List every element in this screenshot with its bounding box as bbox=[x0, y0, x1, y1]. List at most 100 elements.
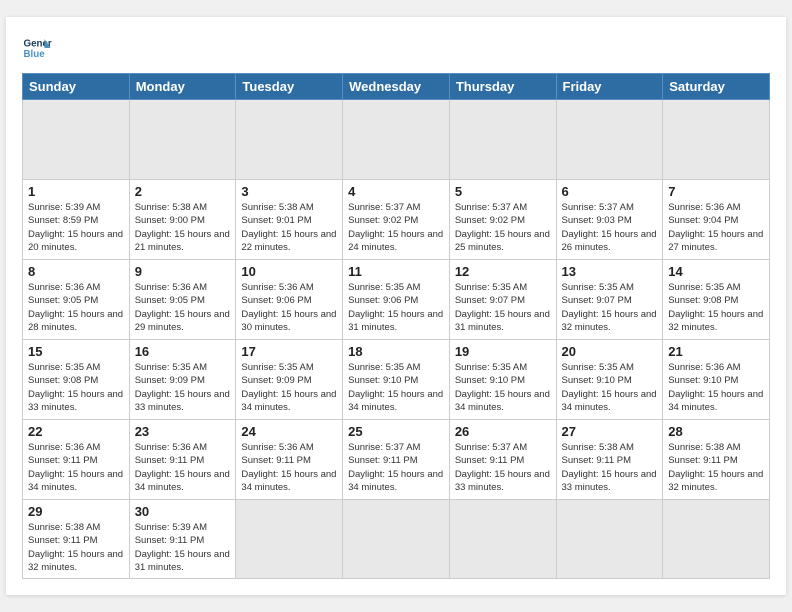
sunrise-label: Sunrise: 5:35 AM bbox=[135, 362, 207, 373]
sunrise-label: Sunrise: 5:35 AM bbox=[668, 282, 740, 293]
day-number: 3 bbox=[241, 184, 337, 199]
calendar-cell: 25 Sunrise: 5:37 AM Sunset: 9:11 PM Dayl… bbox=[343, 419, 450, 499]
sunset-label: Sunset: 9:06 PM bbox=[348, 295, 418, 306]
day-info: Sunrise: 5:36 AM Sunset: 9:06 PM Dayligh… bbox=[241, 281, 337, 334]
calendar-cell: 3 Sunrise: 5:38 AM Sunset: 9:01 PM Dayli… bbox=[236, 179, 343, 259]
sunset-label: Sunset: 9:00 PM bbox=[135, 215, 205, 226]
calendar-cell: 6 Sunrise: 5:37 AM Sunset: 9:03 PM Dayli… bbox=[556, 179, 663, 259]
daylight-label: Daylight: 15 hours and 28 minutes. bbox=[28, 309, 123, 333]
calendar-cell: 20 Sunrise: 5:35 AM Sunset: 9:10 PM Dayl… bbox=[556, 339, 663, 419]
daylight-label: Daylight: 15 hours and 25 minutes. bbox=[455, 229, 550, 253]
daylight-label: Daylight: 15 hours and 33 minutes. bbox=[135, 389, 230, 413]
sunrise-label: Sunrise: 5:38 AM bbox=[241, 202, 313, 213]
sunrise-label: Sunrise: 5:38 AM bbox=[668, 442, 740, 453]
day-number: 20 bbox=[562, 344, 658, 359]
calendar-cell: 7 Sunrise: 5:36 AM Sunset: 9:04 PM Dayli… bbox=[663, 179, 770, 259]
sunset-label: Sunset: 9:11 PM bbox=[241, 455, 311, 466]
day-number: 7 bbox=[668, 184, 764, 199]
daylight-label: Daylight: 15 hours and 34 minutes. bbox=[348, 389, 443, 413]
day-number: 15 bbox=[28, 344, 124, 359]
daylight-label: Daylight: 15 hours and 21 minutes. bbox=[135, 229, 230, 253]
sunrise-label: Sunrise: 5:37 AM bbox=[455, 442, 527, 453]
day-info: Sunrise: 5:36 AM Sunset: 9:11 PM Dayligh… bbox=[135, 441, 231, 494]
daylight-label: Daylight: 15 hours and 32 minutes. bbox=[28, 549, 123, 573]
day-number: 10 bbox=[241, 264, 337, 279]
sunrise-label: Sunrise: 5:35 AM bbox=[348, 362, 420, 373]
sunset-label: Sunset: 9:10 PM bbox=[668, 375, 738, 386]
daylight-label: Daylight: 15 hours and 33 minutes. bbox=[455, 469, 550, 493]
sunrise-label: Sunrise: 5:36 AM bbox=[28, 282, 100, 293]
calendar-table: Sunday Monday Tuesday Wednesday Thursday… bbox=[22, 73, 770, 579]
calendar-cell: 17 Sunrise: 5:35 AM Sunset: 9:09 PM Dayl… bbox=[236, 339, 343, 419]
daylight-label: Daylight: 15 hours and 34 minutes. bbox=[241, 389, 336, 413]
day-info: Sunrise: 5:38 AM Sunset: 9:11 PM Dayligh… bbox=[28, 521, 124, 574]
calendar-cell: 21 Sunrise: 5:36 AM Sunset: 9:10 PM Dayl… bbox=[663, 339, 770, 419]
logo: General Blue bbox=[22, 33, 56, 63]
daylight-label: Daylight: 15 hours and 34 minutes. bbox=[668, 389, 763, 413]
calendar-cell: 29 Sunrise: 5:38 AM Sunset: 9:11 PM Dayl… bbox=[23, 499, 130, 578]
sunrise-label: Sunrise: 5:36 AM bbox=[668, 362, 740, 373]
calendar-cell: 23 Sunrise: 5:36 AM Sunset: 9:11 PM Dayl… bbox=[129, 419, 236, 499]
day-info: Sunrise: 5:36 AM Sunset: 9:05 PM Dayligh… bbox=[28, 281, 124, 334]
day-info: Sunrise: 5:35 AM Sunset: 9:06 PM Dayligh… bbox=[348, 281, 444, 334]
daylight-label: Daylight: 15 hours and 22 minutes. bbox=[241, 229, 336, 253]
sunset-label: Sunset: 9:05 PM bbox=[135, 295, 205, 306]
calendar-cell bbox=[663, 99, 770, 179]
header-friday: Friday bbox=[556, 73, 663, 99]
sunrise-label: Sunrise: 5:37 AM bbox=[455, 202, 527, 213]
day-info: Sunrise: 5:37 AM Sunset: 9:03 PM Dayligh… bbox=[562, 201, 658, 254]
daylight-label: Daylight: 15 hours and 34 minutes. bbox=[455, 389, 550, 413]
calendar-cell bbox=[449, 499, 556, 578]
calendar-cell bbox=[449, 99, 556, 179]
daylight-label: Daylight: 15 hours and 31 minutes. bbox=[455, 309, 550, 333]
sunset-label: Sunset: 9:09 PM bbox=[241, 375, 311, 386]
day-number: 27 bbox=[562, 424, 658, 439]
sunset-label: Sunset: 9:07 PM bbox=[562, 295, 632, 306]
day-number: 17 bbox=[241, 344, 337, 359]
day-info: Sunrise: 5:35 AM Sunset: 9:08 PM Dayligh… bbox=[28, 361, 124, 414]
daylight-label: Daylight: 15 hours and 34 minutes. bbox=[28, 469, 123, 493]
daylight-label: Daylight: 15 hours and 27 minutes. bbox=[668, 229, 763, 253]
sunrise-label: Sunrise: 5:36 AM bbox=[28, 442, 100, 453]
sunset-label: Sunset: 9:11 PM bbox=[28, 535, 98, 546]
header-tuesday: Tuesday bbox=[236, 73, 343, 99]
calendar-cell bbox=[663, 499, 770, 578]
sunrise-label: Sunrise: 5:35 AM bbox=[562, 282, 634, 293]
sunrise-label: Sunrise: 5:35 AM bbox=[348, 282, 420, 293]
calendar-cell: 10 Sunrise: 5:36 AM Sunset: 9:06 PM Dayl… bbox=[236, 259, 343, 339]
day-info: Sunrise: 5:35 AM Sunset: 9:10 PM Dayligh… bbox=[562, 361, 658, 414]
calendar-cell: 24 Sunrise: 5:36 AM Sunset: 9:11 PM Dayl… bbox=[236, 419, 343, 499]
sunrise-label: Sunrise: 5:35 AM bbox=[562, 362, 634, 373]
daylight-label: Daylight: 15 hours and 20 minutes. bbox=[28, 229, 123, 253]
sunset-label: Sunset: 9:02 PM bbox=[348, 215, 418, 226]
sunrise-label: Sunrise: 5:38 AM bbox=[562, 442, 634, 453]
day-info: Sunrise: 5:38 AM Sunset: 9:11 PM Dayligh… bbox=[562, 441, 658, 494]
calendar-cell: 8 Sunrise: 5:36 AM Sunset: 9:05 PM Dayli… bbox=[23, 259, 130, 339]
calendar-cell: 27 Sunrise: 5:38 AM Sunset: 9:11 PM Dayl… bbox=[556, 419, 663, 499]
daylight-label: Daylight: 15 hours and 32 minutes. bbox=[562, 309, 657, 333]
calendar-cell bbox=[556, 99, 663, 179]
sunrise-label: Sunrise: 5:36 AM bbox=[135, 282, 207, 293]
sunrise-label: Sunrise: 5:35 AM bbox=[241, 362, 313, 373]
day-number: 11 bbox=[348, 264, 444, 279]
daylight-label: Daylight: 15 hours and 31 minutes. bbox=[135, 549, 230, 573]
sunrise-label: Sunrise: 5:37 AM bbox=[348, 442, 420, 453]
sunrise-label: Sunrise: 5:37 AM bbox=[348, 202, 420, 213]
sunset-label: Sunset: 9:11 PM bbox=[455, 455, 525, 466]
header-monday: Monday bbox=[129, 73, 236, 99]
daylight-label: Daylight: 15 hours and 32 minutes. bbox=[668, 309, 763, 333]
day-info: Sunrise: 5:36 AM Sunset: 9:04 PM Dayligh… bbox=[668, 201, 764, 254]
calendar-cell: 9 Sunrise: 5:36 AM Sunset: 9:05 PM Dayli… bbox=[129, 259, 236, 339]
calendar-cell: 14 Sunrise: 5:35 AM Sunset: 9:08 PM Dayl… bbox=[663, 259, 770, 339]
day-number: 29 bbox=[28, 504, 124, 519]
sunset-label: Sunset: 9:03 PM bbox=[562, 215, 632, 226]
day-number: 4 bbox=[348, 184, 444, 199]
sunset-label: Sunset: 9:11 PM bbox=[135, 535, 205, 546]
day-number: 12 bbox=[455, 264, 551, 279]
sunrise-label: Sunrise: 5:39 AM bbox=[28, 202, 100, 213]
day-number: 25 bbox=[348, 424, 444, 439]
daylight-label: Daylight: 15 hours and 34 minutes. bbox=[562, 389, 657, 413]
day-info: Sunrise: 5:39 AM Sunset: 8:59 PM Dayligh… bbox=[28, 201, 124, 254]
day-number: 14 bbox=[668, 264, 764, 279]
sunset-label: Sunset: 9:08 PM bbox=[28, 375, 98, 386]
